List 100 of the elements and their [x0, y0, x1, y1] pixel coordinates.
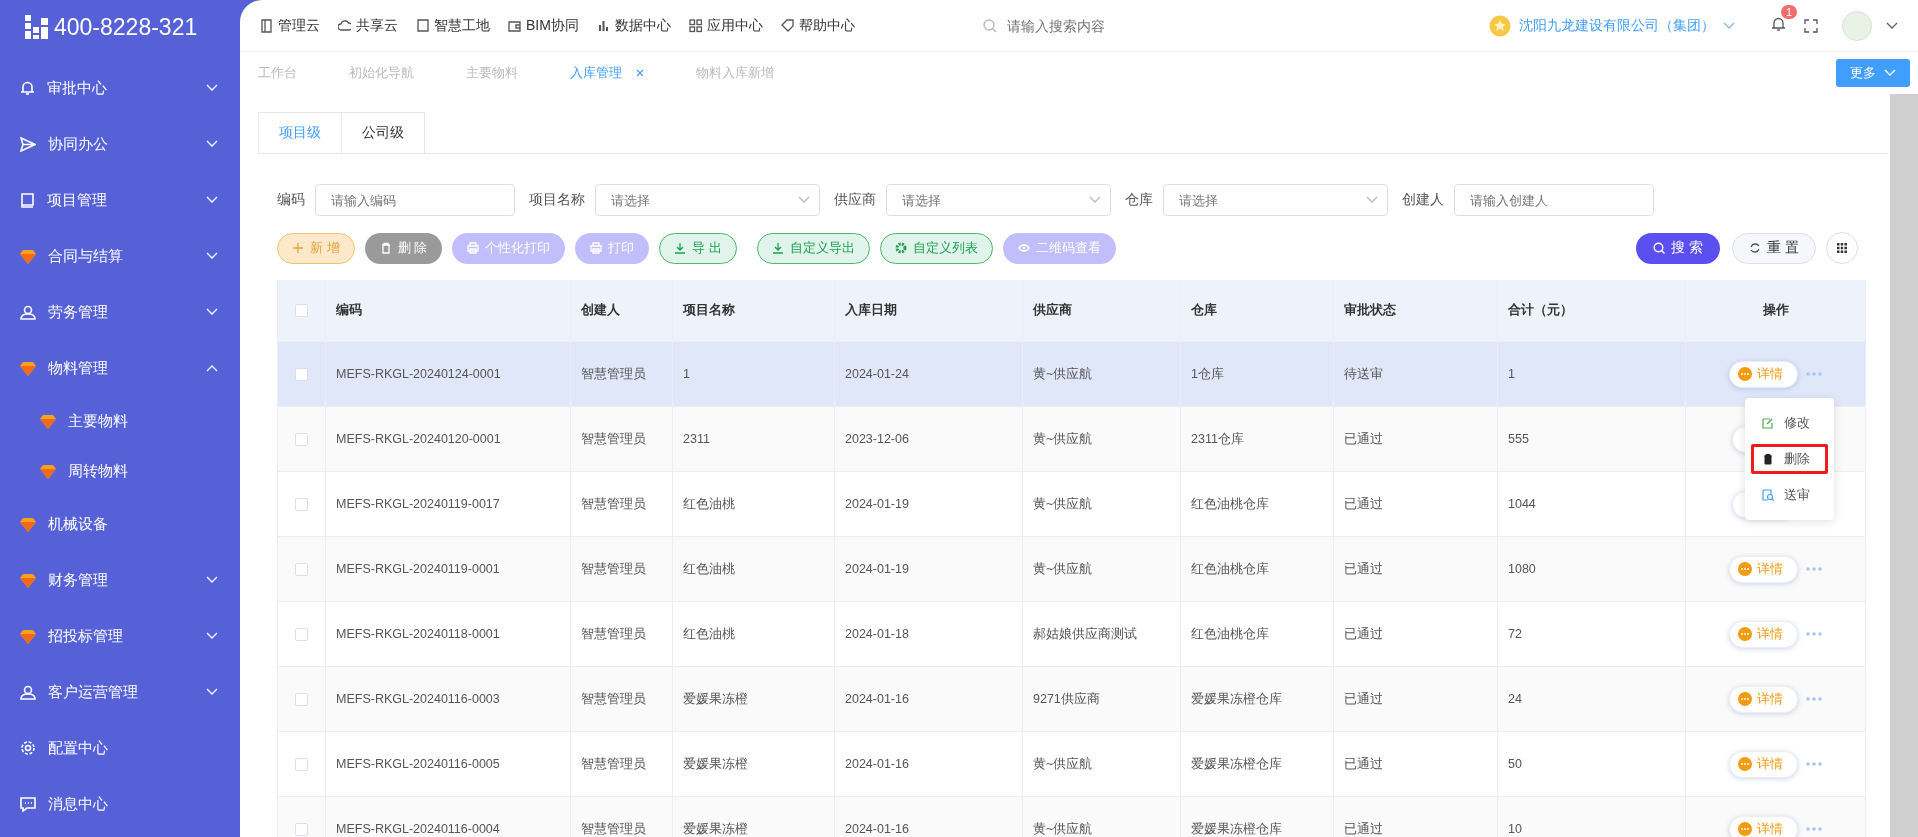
- more-circle-icon: [1738, 757, 1752, 771]
- toolbar-button[interactable]: 自定义导出: [756, 232, 870, 264]
- toolbar-button[interactable]: 导 出: [659, 232, 737, 264]
- checkbox[interactable]: [295, 497, 308, 511]
- nav-link[interactable]: 应用中心: [688, 16, 763, 35]
- table-cell: 已通过: [1334, 407, 1498, 472]
- table-cell: 已通过: [1334, 537, 1498, 602]
- table-cell: 1: [673, 342, 835, 407]
- gem-icon: [20, 628, 36, 644]
- chevron-down-icon: [798, 196, 810, 204]
- field-label: 编码: [277, 191, 305, 209]
- select-field[interactable]: 请选择: [595, 184, 820, 216]
- company-name[interactable]: 沈阳九龙建设有限公司（集团）: [1519, 16, 1715, 35]
- search-button[interactable]: 搜 索: [1636, 232, 1721, 264]
- sidebar-item[interactable]: 协同办公: [0, 116, 240, 172]
- table-cell: 2024-01-16: [835, 797, 1023, 837]
- reset-button[interactable]: 重 置: [1732, 232, 1816, 264]
- column-settings-button[interactable]: [1826, 232, 1858, 264]
- avatar[interactable]: [1842, 10, 1872, 41]
- table-cell: 爱媛果冻橙: [673, 797, 835, 837]
- checkbox[interactable]: [295, 627, 308, 641]
- table-cell: 2024-01-24: [835, 342, 1023, 407]
- menu-item[interactable]: 修改: [1751, 408, 1828, 438]
- column-header: 合计（元）: [1498, 280, 1686, 342]
- more-circle-icon: [1738, 692, 1752, 706]
- table-cell: 爱媛果冻橙仓库: [1181, 667, 1334, 732]
- nav-link[interactable]: 智慧工地: [416, 16, 490, 35]
- sidebar-item[interactable]: 配置中心: [0, 720, 240, 776]
- table-cell: MEFS-RKGL-20240116-0004: [326, 797, 571, 837]
- sidebar-item[interactable]: 劳务管理: [0, 284, 240, 340]
- more-icon[interactable]: [1806, 697, 1822, 701]
- table-cell: MEFS-RKGL-20240119-0001: [326, 537, 571, 602]
- gem-icon: [20, 360, 36, 376]
- table-cell: 10: [1498, 797, 1686, 837]
- table-cell: 24: [1498, 667, 1686, 732]
- chat-icon: [20, 796, 36, 812]
- page-tab[interactable]: 入库管理: [570, 64, 644, 82]
- sidebar-item[interactable]: 客户运营管理: [0, 664, 240, 720]
- nav-link[interactable]: BIM协同: [508, 16, 579, 35]
- gem-icon: [20, 572, 36, 588]
- checkbox[interactable]: [295, 757, 308, 771]
- table-cell: 1080: [1498, 537, 1686, 602]
- chevron-down-icon: [1884, 69, 1896, 77]
- nav-link[interactable]: 数据中心: [596, 16, 671, 35]
- toolbar-button[interactable]: 自定义列表: [879, 232, 993, 264]
- sidebar-item[interactable]: 机械设备: [0, 496, 240, 552]
- nav-link[interactable]: 共享云: [338, 16, 398, 35]
- select-field[interactable]: 请选择: [1163, 184, 1388, 216]
- level-tab[interactable]: 公司级: [342, 112, 425, 153]
- more-icon[interactable]: [1806, 567, 1822, 571]
- input-field[interactable]: 请输入编码: [315, 184, 515, 216]
- sidebar-item[interactable]: 招投标管理: [0, 608, 240, 664]
- menu-item[interactable]: 删除: [1751, 444, 1828, 474]
- gem-icon: [20, 248, 36, 264]
- more-icon[interactable]: [1806, 762, 1822, 766]
- nav-link[interactable]: 管理云: [260, 16, 320, 35]
- checkbox[interactable]: [295, 367, 308, 381]
- trash-icon: [1762, 453, 1774, 465]
- more-button[interactable]: 更多: [1836, 59, 1910, 87]
- download-icon: [771, 242, 784, 254]
- fullscreen-icon: [1804, 18, 1818, 33]
- more-icon[interactable]: [1806, 827, 1822, 831]
- checkbox[interactable]: [295, 562, 308, 576]
- sidebar-item[interactable]: 物料管理: [0, 340, 240, 396]
- sidebar-item[interactable]: 消息中心: [0, 776, 240, 832]
- sidebar-item[interactable]: 合同与结算: [0, 228, 240, 284]
- checkbox[interactable]: [295, 304, 308, 317]
- bar-chart-icon: [596, 18, 610, 33]
- chevron-down-icon: [1886, 21, 1898, 30]
- select-field[interactable]: 请选择: [886, 184, 1111, 216]
- table-cell: 2024-01-19: [835, 537, 1023, 602]
- menu-item[interactable]: 送审: [1751, 480, 1828, 510]
- sidebar-item[interactable]: 财务管理: [0, 552, 240, 608]
- sidebar-subitem[interactable]: 周转物料: [0, 446, 240, 496]
- field-label: 仓库: [1125, 191, 1153, 209]
- chevron-down-icon: [1089, 196, 1101, 204]
- checkbox[interactable]: [295, 692, 308, 706]
- level-tab[interactable]: 项目级: [258, 112, 342, 153]
- column-header: 审批状态: [1334, 280, 1498, 342]
- nav-link[interactable]: 帮助中心: [780, 16, 855, 35]
- more-icon[interactable]: [1806, 632, 1822, 636]
- table-cell: 智慧管理员: [571, 342, 673, 407]
- notification-badge: 1: [1781, 5, 1798, 19]
- column-header: 操作: [1686, 280, 1866, 342]
- phone-number: 400-8228-321: [54, 13, 198, 41]
- column-header: 编码: [326, 280, 571, 342]
- table-cell: 黄~供应航: [1023, 797, 1181, 837]
- more-icon[interactable]: [1806, 372, 1822, 376]
- sidebar-item[interactable]: 项目管理: [0, 172, 240, 228]
- user-icon: [20, 304, 36, 320]
- scrollbar[interactable]: [1890, 94, 1918, 837]
- sidebar-subitem[interactable]: 主要物料: [0, 396, 240, 446]
- grid-icon: [1837, 243, 1847, 253]
- bell-icon: [1771, 16, 1786, 32]
- checkbox[interactable]: [295, 822, 308, 836]
- table-cell: 爱媛果冻橙仓库: [1181, 797, 1334, 837]
- sidebar-item[interactable]: 审批中心: [0, 60, 240, 116]
- table-cell: 待送审: [1334, 342, 1498, 407]
- input-field[interactable]: 请输入创建人: [1454, 184, 1654, 216]
- checkbox[interactable]: [295, 432, 308, 446]
